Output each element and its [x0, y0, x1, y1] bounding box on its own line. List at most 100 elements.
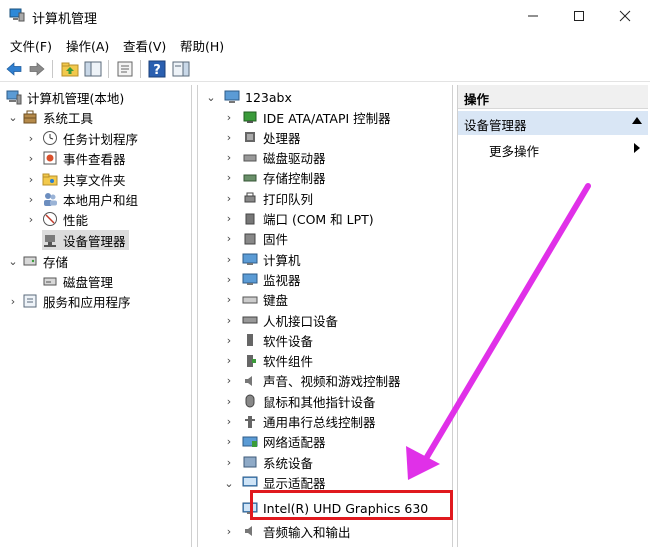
chevron-right-icon[interactable]: › — [224, 521, 234, 541]
device-category-disk-drive[interactable]: 磁盘驱动器 — [242, 148, 326, 168]
minimize-button[interactable] — [510, 0, 556, 32]
up-folder-icon[interactable] — [60, 59, 80, 79]
device-category-firmware[interactable]: 固件 — [242, 229, 288, 249]
chevron-down-icon[interactable]: ⌄ — [8, 251, 18, 271]
device-category-processor[interactable]: 处理器 — [242, 127, 301, 147]
help-icon[interactable]: ? — [147, 59, 167, 79]
back-icon[interactable] — [4, 59, 24, 79]
chevron-down-icon[interactable]: ⌄ — [206, 87, 216, 107]
chevron-right-icon[interactable]: › — [224, 310, 234, 330]
chevron-right-icon[interactable]: › — [224, 188, 234, 208]
tree-item-storage[interactable]: 存储 — [22, 251, 68, 271]
chevron-right-icon[interactable]: › — [224, 249, 234, 269]
device-category-audio-io[interactable]: 音频输入和输出 — [242, 521, 351, 541]
device-category-system-devices[interactable]: 系统设备 — [242, 452, 313, 472]
menu-view[interactable]: 查看(V) — [123, 36, 166, 55]
device-tree-root[interactable]: 123abx — [224, 87, 292, 107]
device-category-print-queue[interactable]: 打印队列 — [242, 188, 313, 208]
toolbar-separator — [108, 60, 109, 78]
forward-icon[interactable] — [27, 59, 47, 79]
chevron-right-icon[interactable]: › — [224, 107, 234, 127]
more-actions-item[interactable]: 更多操作 — [458, 137, 648, 159]
chevron-right-icon[interactable]: › — [26, 209, 36, 229]
chevron-down-icon[interactable]: ⌄ — [8, 107, 18, 127]
performance-icon — [42, 211, 58, 227]
chevron-right-icon[interactable]: › — [224, 290, 234, 310]
device-category-sound-video[interactable]: 声音、视频和游戏控制器 — [242, 371, 401, 391]
console-tree-pane: 计算机管理(本地) ⌄ 系统工具 › 任务计划程序 › 事件查看器 › 共享文件… — [2, 85, 192, 547]
toolbar-separator — [140, 60, 141, 78]
tree-label: 系统工具 — [43, 110, 94, 126]
device-category-label: 固件 — [263, 232, 289, 248]
chevron-right-icon[interactable]: › — [224, 412, 234, 432]
ide-icon — [242, 109, 258, 125]
device-category-network[interactable]: 网络适配器 — [242, 432, 326, 452]
properties-icon[interactable] — [115, 59, 135, 79]
chevron-down-icon[interactable]: ⌄ — [224, 473, 234, 493]
chevron-right-icon[interactable]: › — [224, 269, 234, 289]
system-tools-icon — [22, 109, 38, 125]
show-action-pane-icon[interactable] — [171, 59, 191, 79]
users-icon — [42, 191, 58, 207]
device-category-monitor[interactable]: 监视器 — [242, 269, 301, 289]
close-button[interactable] — [602, 0, 648, 32]
tree-item-disk-management[interactable]: 磁盘管理 — [42, 271, 113, 291]
device-category-ide[interactable]: IDE ATA/ATAPI 控制器 — [242, 107, 391, 127]
device-category-computer[interactable]: 计算机 — [242, 249, 301, 269]
disk-management-icon — [42, 273, 58, 289]
tree-item-event-viewer[interactable]: 事件查看器 — [42, 148, 126, 168]
chevron-right-icon[interactable]: › — [224, 229, 234, 249]
device-category-keyboard[interactable]: 键盘 — [242, 290, 288, 310]
menu-file[interactable]: 文件(F) — [10, 36, 52, 55]
chevron-right-icon[interactable]: › — [224, 209, 234, 229]
software-components-icon — [242, 353, 258, 369]
services-icon — [22, 293, 38, 309]
tree-item-root[interactable]: 计算机管理(本地) — [6, 87, 124, 107]
chevron-right-icon[interactable]: › — [224, 330, 234, 350]
tree-item-system-tools[interactable]: 系统工具 — [22, 107, 93, 127]
chevron-right-icon[interactable]: › — [224, 371, 234, 391]
chevron-right-icon[interactable]: › — [8, 291, 18, 311]
tree-item-performance[interactable]: 性能 — [42, 209, 88, 229]
device-category-storage-controller[interactable]: 存储控制器 — [242, 168, 326, 188]
actions-pane: 操作 设备管理器 更多操作 — [457, 85, 648, 547]
chevron-right-icon[interactable]: › — [224, 127, 234, 147]
storage-controller-icon — [242, 170, 258, 186]
chevron-right-icon[interactable]: › — [26, 128, 36, 148]
device-category-ports[interactable]: 端口 (COM 和 LPT) — [242, 209, 374, 229]
chevron-right-icon[interactable]: › — [224, 432, 234, 452]
device-category-software-components[interactable]: 软件组件 — [242, 351, 313, 371]
tree-item-shared-folders[interactable]: 共享文件夹 — [42, 169, 126, 189]
chevron-right-icon[interactable]: › — [224, 351, 234, 371]
print-queue-icon — [242, 190, 258, 206]
device-category-usb[interactable]: 通用串行总线控制器 — [242, 412, 376, 432]
chevron-right-icon[interactable]: › — [224, 148, 234, 168]
chevron-right-icon[interactable]: › — [26, 189, 36, 209]
device-category-software-devices[interactable]: 软件设备 — [242, 330, 313, 350]
shared-folder-icon — [42, 171, 58, 187]
maximize-button[interactable] — [556, 0, 602, 32]
device-category-hid[interactable]: 人机接口设备 — [242, 310, 338, 330]
device-category-label: 人机接口设备 — [263, 313, 339, 329]
chevron-right-icon[interactable]: › — [224, 168, 234, 188]
actions-group-device-manager[interactable]: 设备管理器 — [458, 111, 648, 135]
menu-action[interactable]: 操作(A) — [66, 36, 109, 55]
device-category-label: 键盘 — [263, 293, 289, 309]
device-category-mouse[interactable]: 鼠标和其他指针设备 — [242, 391, 376, 411]
chevron-right-icon[interactable]: › — [26, 148, 36, 168]
sound-video-icon — [242, 373, 258, 389]
tree-label: 磁盘管理 — [63, 274, 114, 290]
event-viewer-icon — [42, 150, 58, 166]
window-title: 计算机管理 — [32, 12, 98, 27]
tree-item-local-users[interactable]: 本地用户和组 — [42, 189, 138, 209]
chevron-right-icon[interactable]: › — [224, 452, 234, 472]
tree-item-device-manager[interactable]: 设备管理器 — [42, 230, 129, 250]
tree-item-task-scheduler[interactable]: 任务计划程序 — [42, 128, 138, 148]
chevron-right-icon[interactable]: › — [26, 169, 36, 189]
device-category-label: 鼠标和其他指针设备 — [263, 394, 376, 410]
menu-help[interactable]: 帮助(H) — [180, 36, 224, 55]
show-tree-icon[interactable] — [83, 59, 103, 79]
tree-item-services[interactable]: 服务和应用程序 — [22, 291, 131, 311]
collapse-up-icon[interactable] — [632, 117, 642, 124]
chevron-right-icon[interactable]: › — [224, 391, 234, 411]
